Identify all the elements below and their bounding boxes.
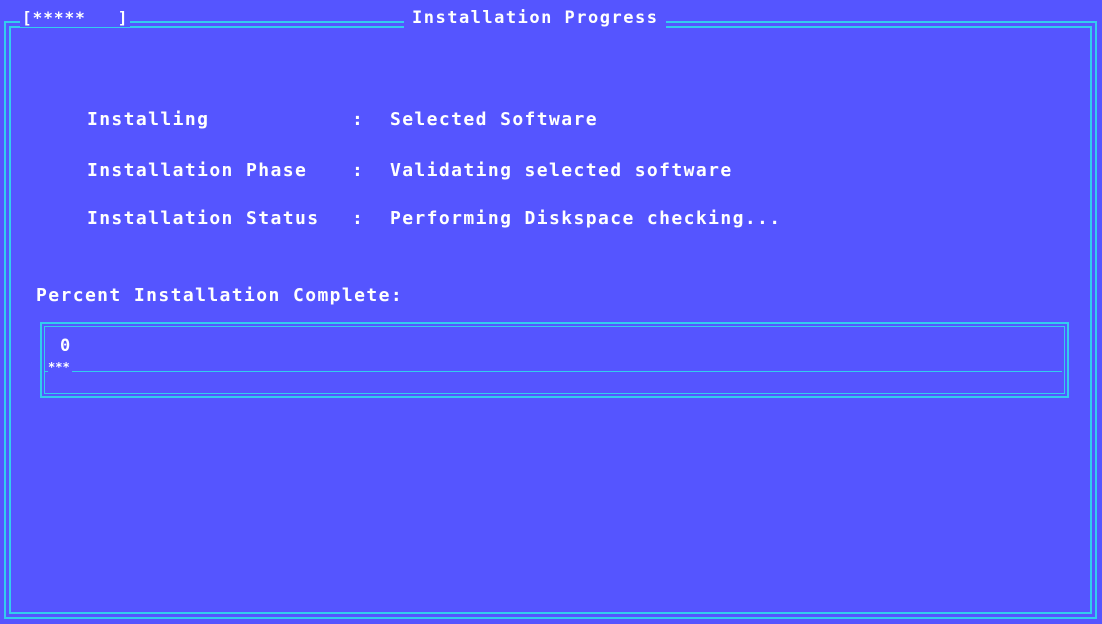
activity-spinner: [***** ] [20, 8, 131, 27]
detail-separator: : [351, 208, 365, 229]
progress-bar-fill: *** [48, 360, 72, 374]
window-title: Installation Progress [404, 8, 667, 28]
detail-separator: : [351, 109, 365, 130]
detail-value: Performing Diskspace checking... [389, 208, 782, 229]
detail-label: Installation Status [86, 208, 320, 229]
detail-value: Validating selected software [389, 160, 733, 181]
progress-track [44, 371, 1062, 372]
detail-row-status: Installation Status: Performing Diskspace… [38, 187, 782, 250]
progress-box-inner [44, 326, 1065, 394]
detail-value: Selected Software [389, 109, 598, 130]
progress-label: Percent Installation Complete: [36, 285, 404, 306]
detail-label: Installation Phase [86, 160, 308, 181]
progress-percent-value: 0 [60, 336, 71, 356]
detail-label: Installing [86, 109, 210, 130]
installer-screen: [***** ] Installation Progress Installin… [0, 0, 1102, 624]
detail-separator: : [351, 160, 365, 181]
